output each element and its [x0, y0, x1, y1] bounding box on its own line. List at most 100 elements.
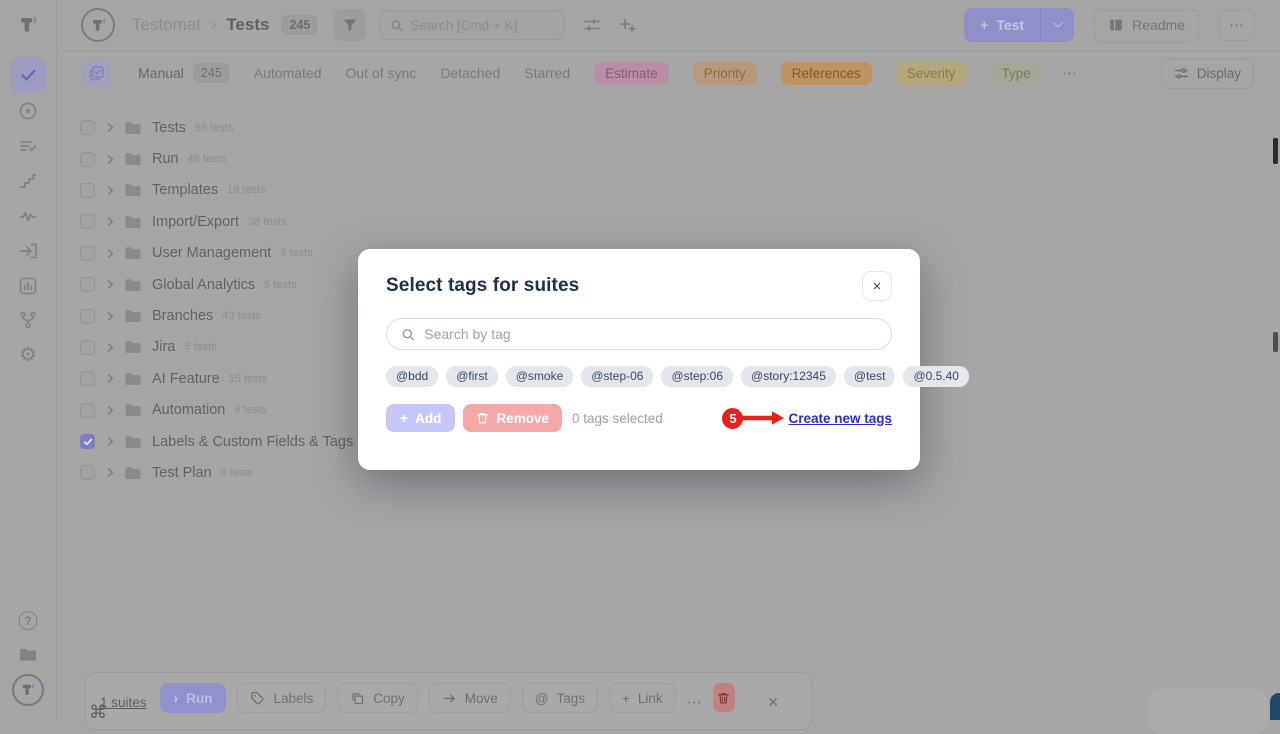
delete-button[interactable]: [713, 683, 735, 712]
row-checkbox[interactable]: [80, 120, 95, 135]
modal-close-button[interactable]: ×: [862, 271, 892, 301]
tag-search-input[interactable]: [424, 326, 877, 342]
pill-severity[interactable]: Severity: [896, 62, 967, 85]
sidebar-item-tests[interactable]: [10, 57, 46, 93]
readme-button[interactable]: Readme: [1094, 9, 1199, 42]
copy-button[interactable]: Copy: [337, 683, 418, 713]
row-checkbox[interactable]: [80, 214, 95, 229]
adjustments-button[interactable]: [583, 16, 601, 34]
header-more-button[interactable]: ⋯: [1219, 9, 1255, 41]
tab-detached[interactable]: Detached: [440, 65, 500, 81]
display-button[interactable]: Display: [1161, 58, 1254, 89]
move-button[interactable]: Move: [429, 683, 511, 713]
suite-name[interactable]: Global Analytics: [152, 277, 255, 293]
chat-widget[interactable]: [1148, 688, 1268, 734]
suite-name[interactable]: Import/Export: [152, 214, 239, 230]
suite-name[interactable]: Templates: [152, 182, 218, 198]
pill-references[interactable]: References: [781, 62, 872, 85]
tag-chip[interactable]: @bdd: [386, 366, 438, 387]
project-logo[interactable]: [81, 8, 115, 42]
breadcrumb-project[interactable]: Testomat: [132, 15, 201, 35]
create-new-tags-link[interactable]: Create new tags: [788, 411, 892, 426]
tag-chip[interactable]: @test: [844, 366, 896, 387]
suite-row-templates[interactable]: Templates 19 tests: [80, 175, 820, 206]
toolbar-close-button[interactable]: ✕: [767, 694, 779, 711]
add-test-dropdown[interactable]: [1040, 8, 1074, 42]
remove-tags-button[interactable]: Remove: [463, 404, 562, 432]
tag-chip[interactable]: @step-06: [581, 366, 653, 387]
scrollbar-thumb[interactable]: [1273, 332, 1278, 352]
suite-name[interactable]: AI Feature: [152, 371, 220, 387]
chevron-right-icon[interactable]: [105, 154, 116, 165]
suite-name[interactable]: User Management: [152, 245, 271, 261]
tab-starred[interactable]: Starred: [524, 65, 570, 81]
sidebar-item-test-plans[interactable]: [18, 136, 38, 156]
suite-row-run[interactable]: Run 48 tests: [80, 143, 820, 174]
labels-button[interactable]: Labels: [237, 683, 326, 713]
tags-button[interactable]: @ Tags: [522, 683, 598, 713]
account-logo-button[interactable]: [12, 674, 44, 706]
sidebar-item-steps[interactable]: [18, 171, 38, 191]
tag-chip[interactable]: @step:06: [661, 366, 733, 387]
tab-out-of-sync[interactable]: Out of sync: [346, 65, 417, 81]
filter-more-button[interactable]: ⋯: [1062, 64, 1077, 82]
suite-name[interactable]: Jira: [152, 339, 175, 355]
pill-type[interactable]: Type: [991, 62, 1042, 85]
sidebar-item-activity[interactable]: [18, 206, 38, 226]
library-button[interactable]: [18, 645, 38, 665]
global-search[interactable]: [379, 10, 565, 40]
chevron-right-icon[interactable]: [105, 373, 116, 384]
row-checkbox[interactable]: [80, 277, 95, 292]
suite-name[interactable]: Test Plan: [152, 465, 212, 481]
chevron-right-icon[interactable]: [105, 248, 116, 259]
sidebar-item-import[interactable]: [18, 241, 38, 261]
filter-button[interactable]: [334, 9, 366, 41]
suite-name[interactable]: Automation: [152, 402, 225, 418]
tag-chip[interactable]: @story:12345: [741, 366, 836, 387]
tab-manual[interactable]: Manual 245: [138, 63, 230, 83]
row-checkbox[interactable]: [80, 340, 95, 355]
add-tags-button[interactable]: + Add: [386, 404, 455, 432]
toolbar-more-button[interactable]: ⋯: [687, 693, 702, 711]
row-checkbox[interactable]: [80, 152, 95, 167]
link-button[interactable]: + Link: [609, 683, 676, 713]
suite-name[interactable]: Run: [152, 151, 179, 167]
search-input[interactable]: [410, 18, 554, 33]
row-checkbox[interactable]: [80, 246, 95, 261]
sidebar-item-branches[interactable]: [18, 310, 38, 330]
chevron-right-icon[interactable]: [105, 279, 116, 290]
select-all-button[interactable]: [83, 60, 110, 87]
help-button[interactable]: ?: [19, 611, 38, 630]
suite-name[interactable]: Labels & Custom Fields & Tags: [152, 434, 353, 450]
suite-name[interactable]: Branches: [152, 308, 213, 324]
tag-chip[interactable]: @first: [446, 366, 498, 387]
run-button[interactable]: › Run: [160, 683, 227, 713]
tab-automated[interactable]: Automated: [254, 65, 322, 81]
scrollbar-thumb[interactable]: [1273, 138, 1278, 164]
tag-chip[interactable]: @0.5.40: [903, 366, 969, 387]
chevron-right-icon[interactable]: [105, 405, 116, 416]
chevron-right-icon[interactable]: [105, 467, 116, 478]
suite-name[interactable]: Tests: [152, 120, 186, 136]
pill-estimate[interactable]: Estimate: [594, 62, 669, 85]
row-checkbox[interactable]: [80, 183, 95, 198]
row-checkbox[interactable]: [80, 403, 95, 418]
suite-row-import-export[interactable]: Import/Export 38 tests: [80, 206, 820, 237]
sidebar-item-settings[interactable]: ⚙: [19, 345, 37, 365]
sidebar-item-runs[interactable]: [18, 101, 38, 121]
chevron-right-icon[interactable]: [105, 185, 116, 196]
add-test-button[interactable]: + Test: [964, 8, 1040, 42]
row-checkbox[interactable]: [80, 309, 95, 324]
chevron-right-icon[interactable]: [105, 216, 116, 227]
row-checkbox[interactable]: [80, 465, 95, 480]
chevron-right-icon[interactable]: [105, 311, 116, 322]
tag-chip[interactable]: @smoke: [506, 366, 574, 387]
tag-search[interactable]: [386, 318, 892, 350]
suite-row-tests[interactable]: Tests 55 tests: [80, 112, 820, 143]
ai-create-button[interactable]: [619, 17, 636, 34]
chevron-right-icon[interactable]: [105, 122, 116, 133]
chevron-right-icon[interactable]: [105, 436, 116, 447]
row-checkbox-checked[interactable]: [80, 434, 95, 449]
chevron-right-icon[interactable]: [105, 342, 116, 353]
pill-priority[interactable]: Priority: [693, 62, 757, 85]
